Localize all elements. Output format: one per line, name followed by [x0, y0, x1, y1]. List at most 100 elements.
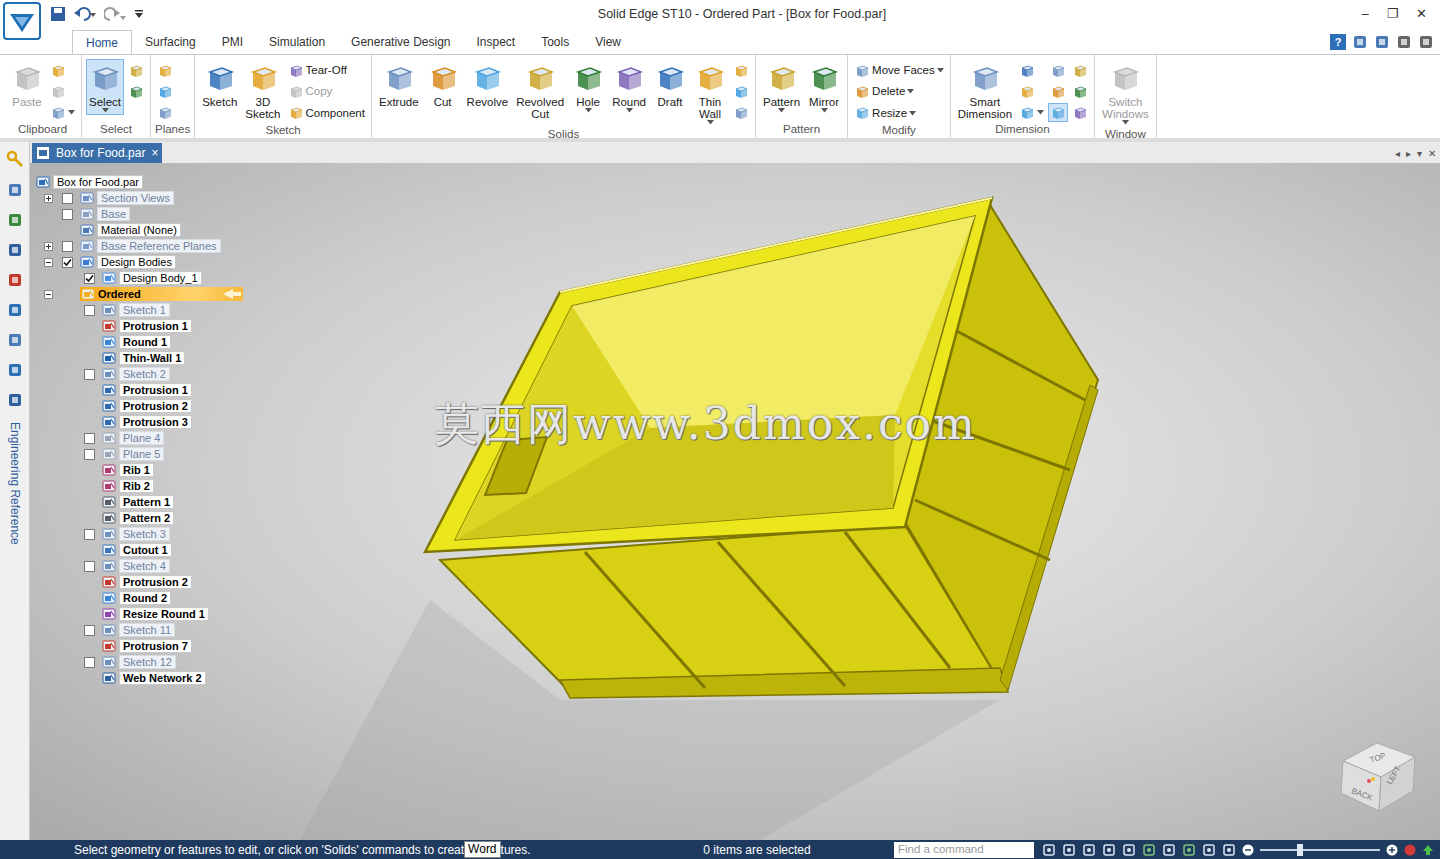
ribbon-icon-button[interactable] — [155, 61, 175, 80]
tree-row[interactable]: Web Network 2 — [30, 670, 280, 686]
visibility-checkbox[interactable] — [84, 529, 95, 540]
customize-icon[interactable] — [134, 9, 144, 19]
tree-row[interactable]: Protrusion 1 — [30, 318, 280, 334]
collapse-icon[interactable] — [44, 290, 53, 299]
ribbon-large-button[interactable]: Revolved Cut — [513, 59, 567, 122]
ribbon-large-button[interactable]: Thin Wall — [691, 59, 729, 127]
stop-icon[interactable] — [1404, 844, 1416, 856]
tree-row[interactable]: Protrusion 7 — [30, 638, 280, 654]
ribbon-large-button[interactable]: 3D Sketch — [242, 59, 283, 122]
tree-row[interactable]: Protrusion 1 — [30, 382, 280, 398]
ribbon-large-button[interactable]: Hole — [569, 59, 607, 115]
ribbon-icon-button[interactable] — [1048, 82, 1068, 101]
view-tool-icon[interactable] — [1162, 843, 1176, 857]
window-control-button[interactable]: – — [1356, 4, 1374, 24]
view-tool-icon[interactable] — [1042, 843, 1056, 857]
redo-icon[interactable] — [104, 6, 126, 22]
ribbon-small-button[interactable]: Delete — [852, 82, 946, 101]
ribbon-large-button[interactable]: Select — [86, 59, 124, 115]
ribbon-icon-button[interactable] — [731, 61, 751, 80]
ribbon-icon-button[interactable] — [126, 61, 146, 80]
window-control-button[interactable]: ✕ — [1412, 4, 1430, 24]
ribbon-tab[interactable]: Inspect — [463, 30, 528, 54]
view-tool-icon[interactable] — [1182, 843, 1196, 857]
tree-row[interactable]: Round 2 — [30, 590, 280, 606]
ribbon-large-button[interactable]: Switch Windows — [1099, 59, 1152, 127]
ribbon-tab[interactable]: Simulation — [256, 30, 338, 54]
ribbon-icon-button[interactable] — [48, 82, 77, 101]
upload-icon[interactable] — [1422, 844, 1434, 856]
view-tool-icon[interactable] — [1142, 843, 1156, 857]
ribbon-icon-button[interactable] — [48, 103, 77, 122]
tree-row[interactable]: Sketch 11 — [30, 622, 280, 638]
ribbon-small-button[interactable]: Resize — [852, 104, 946, 123]
tree-row[interactable]: Section Views — [30, 190, 280, 206]
zoom-slider-thumb[interactable] — [1297, 844, 1303, 856]
ribbon-large-button[interactable]: Revolve — [464, 59, 512, 110]
help-button[interactable]: ? — [1330, 34, 1346, 50]
ribbon-icon-button[interactable] — [155, 103, 175, 122]
tree-row[interactable]: Base — [30, 206, 280, 222]
ribbon-icon-button[interactable] — [1070, 82, 1090, 101]
tree-row[interactable]: Plane 5 — [30, 446, 280, 462]
tree-row[interactable]: Pattern 1 — [30, 494, 280, 510]
zoom-slider[interactable] — [1260, 849, 1380, 851]
view-tool-icon[interactable] — [1222, 843, 1236, 857]
ribbon-tab[interactable]: Generative Design — [338, 30, 463, 54]
tree-row[interactable]: Thin-Wall 1 — [30, 350, 280, 366]
tree-row[interactable]: Protrusion 2 — [30, 398, 280, 414]
view-tool-icon[interactable] — [1062, 843, 1076, 857]
ribbon-tab[interactable]: Home — [72, 30, 132, 54]
ribbon-large-button[interactable]: Extrude — [376, 59, 422, 110]
tree-row[interactable]: Protrusion 3 — [30, 414, 280, 430]
ribbon-tab[interactable]: PMI — [209, 30, 256, 54]
command-finder[interactable]: Find a command — [894, 842, 1034, 858]
ribbon-icon-button[interactable] — [155, 82, 175, 101]
tree-row[interactable]: Sketch 12 — [30, 654, 280, 670]
ribbon-tab[interactable]: Surfacing — [132, 30, 209, 54]
tree-row[interactable]: Sketch 3 — [30, 526, 280, 542]
tree-row[interactable]: Sketch 4 — [30, 558, 280, 574]
ribbon-small-button[interactable]: Tear-Off — [286, 61, 367, 80]
zoom-out-icon[interactable] — [1242, 844, 1254, 856]
view-tool-icon[interactable] — [1122, 843, 1136, 857]
panel-tab-icon[interactable] — [7, 242, 23, 258]
visibility-checkbox[interactable] — [84, 657, 95, 668]
tree-row[interactable]: Rib 2 — [30, 478, 280, 494]
ribbon-tab[interactable]: View — [582, 30, 634, 54]
visibility-checkbox[interactable] — [62, 193, 73, 204]
view-cube[interactable]: TOPLEFTBACK — [1333, 735, 1425, 815]
zoom-in-icon[interactable] — [1386, 844, 1398, 856]
document-tab[interactable]: Box for Food.par× — [32, 143, 162, 163]
expand-icon[interactable] — [44, 242, 53, 251]
tree-row[interactable]: Round 1 — [30, 334, 280, 350]
ribbon-icon-button[interactable] — [1048, 103, 1068, 122]
ribbon-large-button[interactable]: Mirror — [805, 59, 843, 115]
restore-icon[interactable] — [1396, 34, 1412, 50]
view-tool-icon[interactable] — [1102, 843, 1116, 857]
tree-row[interactable]: Ordered — [30, 286, 280, 302]
visibility-checkbox[interactable] — [84, 305, 95, 316]
ribbon-small-button[interactable]: Copy — [286, 82, 367, 101]
app-button[interactable] — [0, 0, 44, 54]
panel-tab-icon[interactable] — [7, 182, 23, 198]
visibility-checkbox[interactable] — [84, 561, 95, 572]
close-tab-button[interactable]: × — [151, 144, 158, 162]
tree-row[interactable]: Sketch 2 — [30, 366, 280, 382]
panel-tab-icon[interactable] — [7, 212, 23, 228]
tree-row[interactable]: Pattern 2 — [30, 510, 280, 526]
windows-icon[interactable] — [1374, 34, 1390, 50]
view-tool-icon[interactable] — [1082, 843, 1096, 857]
panel-tab-icon[interactable] — [7, 392, 23, 408]
tree-row[interactable]: Plane 4 — [30, 430, 280, 446]
visibility-checkbox[interactable] — [84, 449, 95, 460]
tab-control-button[interactable]: ▾ — [1417, 146, 1422, 161]
engineering-reference-tab[interactable]: Engineering Reference — [6, 422, 24, 545]
ribbon-small-button[interactable]: Component — [286, 104, 367, 123]
undo-icon[interactable] — [74, 6, 96, 22]
ribbon-large-button[interactable]: Cut — [424, 59, 462, 110]
ribbon-icon-button[interactable] — [126, 82, 146, 101]
visibility-checkbox[interactable] — [84, 273, 95, 284]
close-doc-icon[interactable] — [1418, 34, 1434, 50]
ribbon-icon-button[interactable] — [1017, 103, 1046, 122]
